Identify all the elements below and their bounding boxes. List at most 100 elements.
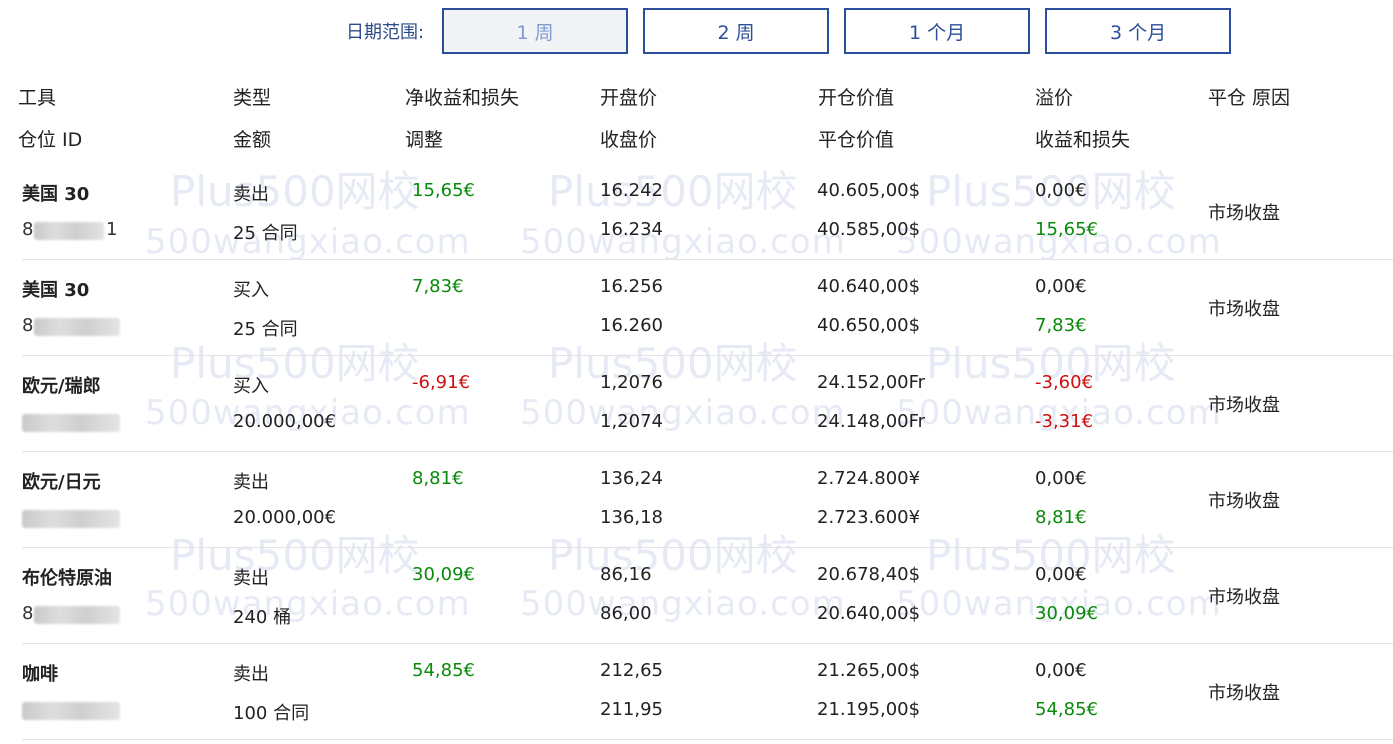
position-id-redacted (22, 510, 120, 528)
range-3-month-button[interactable]: 3 个月 (1045, 8, 1232, 54)
open-value: 40.605,00$ (817, 180, 921, 201)
header-position-id: 仓位 ID (18, 129, 83, 151)
open-value: 20.678,40$ (817, 564, 921, 585)
open-price: 16.242 (600, 180, 663, 201)
trade-type: 卖出 (233, 568, 269, 589)
close-reason: 市场收盘 (1208, 587, 1280, 608)
close-price: 16.260 (600, 315, 663, 336)
open-value: 40.640,00$ (817, 276, 921, 297)
close-reason: 市场收盘 (1208, 491, 1280, 512)
close-price: 1,2074 (600, 411, 663, 432)
close-value: 20.640,00$ (817, 603, 921, 624)
premium: 0,00€ (1035, 564, 1087, 585)
position-id-prefix: 8 (22, 603, 34, 624)
pnl: 7,83€ (1035, 315, 1087, 336)
row-divider (22, 739, 1393, 740)
net-pnl: 30,09€ (412, 564, 475, 585)
close-reason: 市场收盘 (1208, 203, 1280, 224)
header-open-value: 开仓价值 (818, 87, 895, 109)
header-amount: 金额 (233, 129, 272, 151)
header-pnl: 收益和损失 (1035, 129, 1131, 151)
instrument-name: 美国 30 (22, 184, 90, 205)
pnl: 8,81€ (1035, 507, 1087, 528)
close-value: 40.585,00$ (817, 219, 921, 240)
trade-amount: 25 合同 (233, 319, 298, 340)
close-reason: 市场收盘 (1208, 299, 1280, 320)
trade-amount: 25 合同 (233, 223, 298, 244)
close-reason: 市场收盘 (1208, 395, 1280, 416)
instrument-name: 美国 30 (22, 280, 90, 301)
open-value: 24.152,00Fr (817, 372, 926, 393)
range-1-week-button[interactable]: 1 周 (442, 8, 629, 54)
net-pnl: 8,81€ (412, 468, 464, 489)
trade-amount: 100 合同 (233, 703, 310, 724)
position-id-prefix: 8 (22, 315, 34, 336)
premium: 0,00€ (1035, 660, 1087, 681)
header-instrument: 工具 (18, 87, 57, 109)
table-row[interactable]: 欧元/日元 卖出 20.000,00€ 8,81€ 136,24 136,18 … (22, 452, 1393, 548)
close-value: 40.650,00$ (817, 315, 921, 336)
premium: -3,60€ (1035, 372, 1094, 393)
table-row[interactable]: 咖啡 卖出 100 合同 54,85€ 212,65 211,95 21.265… (22, 644, 1393, 740)
date-range-filter: 日期范围: 1 周 2 周 1 个月 3 个月 (346, 8, 1246, 54)
close-price: 86,00 (600, 603, 652, 624)
header-adjustment: 调整 (405, 129, 444, 151)
close-reason: 市场收盘 (1208, 683, 1280, 704)
trade-type: 卖出 (233, 664, 269, 685)
open-price: 16.256 (600, 276, 663, 297)
trade-type: 卖出 (233, 184, 269, 205)
close-price: 16.234 (600, 219, 663, 240)
trade-type: 卖出 (233, 472, 269, 493)
close-value: 2.723.600¥ (817, 507, 921, 528)
pnl: 30,09€ (1035, 603, 1098, 624)
position-id-prefix: 8 (22, 219, 34, 240)
instrument-name: 咖啡 (22, 664, 58, 685)
close-price: 136,18 (600, 507, 663, 528)
position-id-redacted (22, 702, 120, 720)
net-pnl: 7,83€ (412, 276, 464, 297)
instrument-name: 欧元/瑞郎 (22, 376, 101, 397)
trade-type: 买入 (233, 376, 269, 397)
premium: 0,00€ (1035, 468, 1087, 489)
trade-amount: 240 桶 (233, 607, 292, 628)
range-2-week-button[interactable]: 2 周 (643, 8, 830, 54)
header-close-value: 平仓价值 (818, 129, 895, 151)
open-price: 212,65 (600, 660, 663, 681)
header-close-reason: 平仓 原因 (1208, 87, 1291, 109)
open-value: 21.265,00$ (817, 660, 921, 681)
position-id-redacted (22, 414, 120, 432)
header-net-pnl: 净收益和损失 (405, 87, 520, 109)
instrument-name: 欧元/日元 (22, 472, 101, 493)
net-pnl: 15,65€ (412, 180, 475, 201)
header-type: 类型 (233, 87, 272, 109)
date-range-label: 日期范围: (346, 22, 425, 43)
close-value: 24.148,00Fr (817, 411, 926, 432)
open-price: 136,24 (600, 468, 663, 489)
position-id-redacted (34, 606, 120, 624)
instrument-name: 布伦特原油 (22, 568, 112, 589)
open-price: 86,16 (600, 564, 652, 585)
pnl: -3,31€ (1035, 411, 1094, 432)
table-row[interactable]: 美国 30 8 1 卖出 25 合同 15,65€ 16.242 16.234 … (22, 164, 1393, 260)
trade-amount: 20.000,00€ (233, 411, 337, 432)
header-premium: 溢价 (1035, 87, 1074, 109)
table-row[interactable]: 布伦特原油 8 卖出 240 桶 30,09€ 86,16 86,00 20.6… (22, 548, 1393, 644)
net-pnl: 54,85€ (412, 660, 475, 681)
premium: 0,00€ (1035, 276, 1087, 297)
table-row[interactable]: 欧元/瑞郎 买入 20.000,00€ -6,91€ 1,2076 1,2074… (22, 356, 1393, 452)
open-price: 1,2076 (600, 372, 663, 393)
position-id-redacted (34, 318, 120, 336)
header-close-price: 收盘价 (600, 129, 658, 151)
open-value: 2.724.800¥ (817, 468, 921, 489)
position-id-redacted (34, 222, 104, 240)
close-value: 21.195,00$ (817, 699, 921, 720)
range-1-month-button[interactable]: 1 个月 (844, 8, 1031, 54)
pnl: 54,85€ (1035, 699, 1098, 720)
header-open-price: 开盘价 (600, 87, 658, 109)
position-id-suffix: 1 (106, 219, 118, 240)
trade-type: 买入 (233, 280, 269, 301)
close-price: 211,95 (600, 699, 663, 720)
net-pnl: -6,91€ (412, 372, 471, 393)
trade-amount: 20.000,00€ (233, 507, 337, 528)
table-row[interactable]: 美国 30 8 买入 25 合同 7,83€ 16.256 16.260 40.… (22, 260, 1393, 356)
